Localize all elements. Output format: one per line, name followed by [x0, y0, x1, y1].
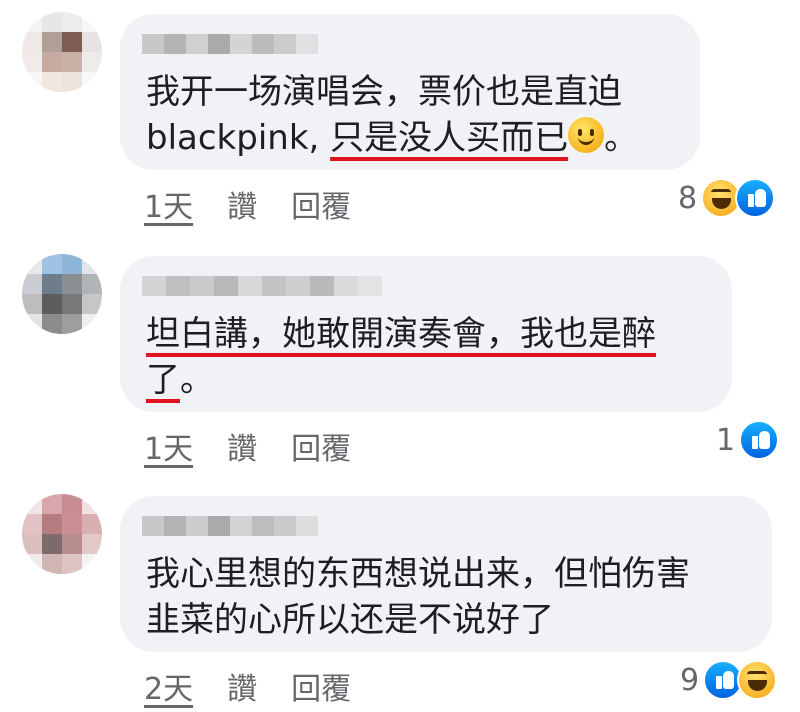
reply-button[interactable]: 回覆: [291, 664, 351, 708]
avatar[interactable]: [22, 494, 102, 574]
reaction-count: 9: [680, 662, 700, 698]
haha-icon: [737, 660, 778, 700]
comment-item-3: 我心里想的东西想说出来，但怕伤害 韭菜的心所以还是不说好了 2天 讚 回覆 9: [0, 0, 800, 712]
comment-timestamp-link[interactable]: 2天: [144, 664, 193, 708]
comment-actions: 2天 讚 回覆: [144, 664, 351, 708]
comment-text-line-1: 我心里想的东西想说出来，但怕伤害: [146, 554, 690, 594]
commenter-name-blurred[interactable]: [142, 516, 322, 536]
comment-bubble: 我心里想的东西想说出来，但怕伤害 韭菜的心所以还是不说好了: [120, 496, 772, 652]
reaction-icons: [703, 660, 778, 700]
reaction-summary[interactable]: 9: [680, 660, 778, 700]
comment-text-line-2: 韭菜的心所以还是不说好了: [146, 600, 554, 640]
like-button[interactable]: 讚: [227, 664, 257, 708]
